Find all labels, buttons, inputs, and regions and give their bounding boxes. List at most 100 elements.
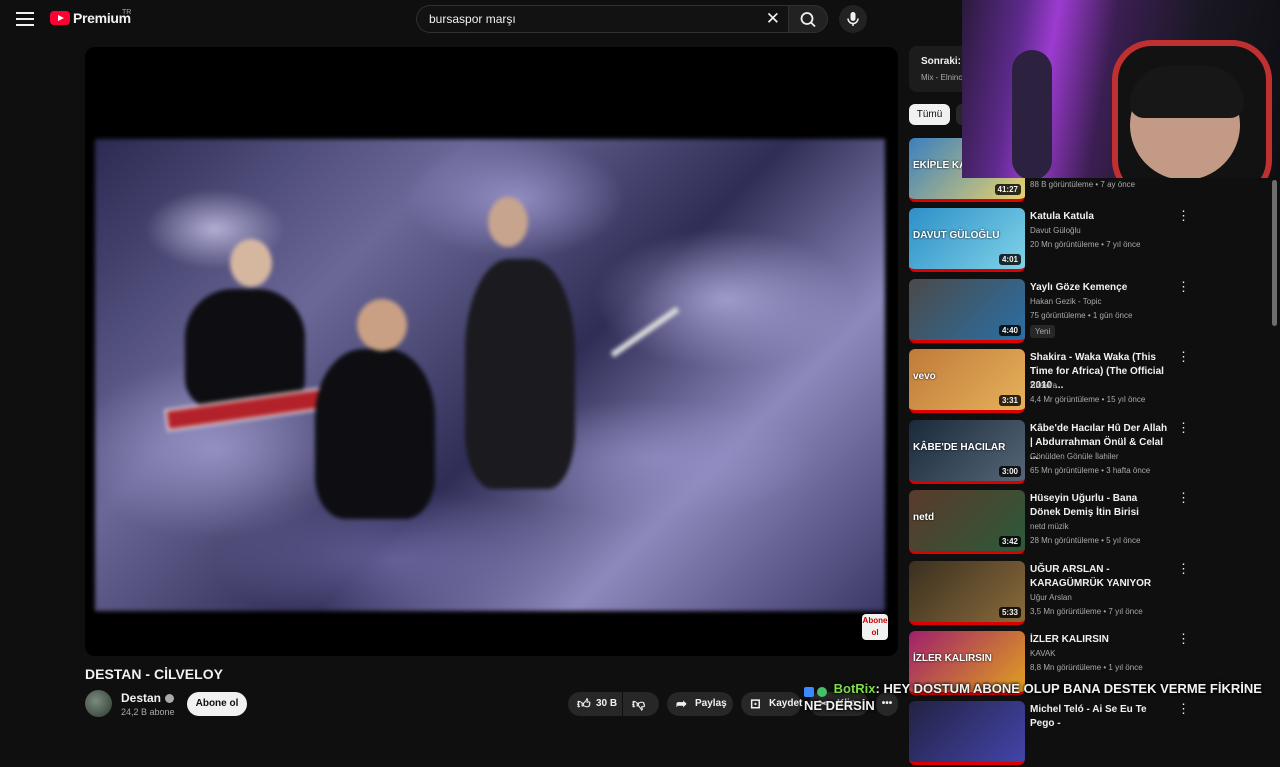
youtube-play-icon [50, 11, 70, 25]
recommendation-title[interactable]: UĞUR ARSLAN - KARAGÜMRÜK YANIYOR [1030, 563, 1170, 591]
microphone-icon [847, 12, 859, 26]
thumbs-up-icon: 👍︎ [577, 696, 591, 711]
band-member-2 [315, 349, 435, 519]
close-icon[interactable]: ✕ [766, 9, 780, 29]
duration-badge: 3:31 [998, 395, 1021, 406]
thumbs-down-icon: 👎︎ [632, 696, 646, 711]
bot-badge-icon [804, 687, 814, 698]
recommendation-channel[interactable]: Gönülden Gönüle İlahiler [1030, 452, 1119, 461]
dislike-button[interactable]: 👎︎ [623, 692, 659, 716]
scrollbar[interactable] [1272, 180, 1277, 326]
recommendation-item[interactable]: 5:33 UĞUR ARSLAN - KARAGÜMRÜK YANIYOR Uğur… [909, 561, 1269, 627]
video-player[interactable]: Abone ol [85, 47, 898, 656]
recommendation-title[interactable]: İZLER KALIRSIN [1030, 633, 1170, 647]
recommendation-meta: 88 B görüntüleme • 7 ay önce [1030, 180, 1136, 189]
thumbnail-caption: KÂBE'DE HACILAR [913, 442, 1006, 453]
recommendation-channel[interactable]: Uğur Arslan [1030, 593, 1072, 602]
bookmark-icon: ⊡ [750, 696, 761, 711]
save-button[interactable]: ⊡ Kaydet [741, 692, 803, 716]
recommendation-channel[interactable]: netd müzik [1030, 522, 1069, 531]
recommendation-meta: 28 Mn görüntüleme • 5 yıl önce [1030, 536, 1141, 545]
duration-badge: 4:40 [998, 325, 1021, 336]
recommendation-title[interactable]: Katula Katula [1030, 210, 1170, 224]
recommendation-item[interactable]: 4:40 Yaylı Göze Kemençe Hakan Gezik - Topi… [909, 279, 1269, 345]
recommendation-item[interactable]: vevo 3:31 Shakira - Waka Waka (This Time f… [909, 349, 1269, 415]
recommendation-channel[interactable]: KAVAK [1030, 649, 1056, 658]
duration-badge: 41:27 [994, 184, 1021, 195]
chat-badges [804, 684, 830, 698]
more-vertical-icon[interactable]: ⋮ [1177, 421, 1190, 434]
recommendation-meta: 4,4 Mr görüntüleme • 15 yıl önce [1030, 395, 1146, 404]
video-thumbnail[interactable]: KÂBE'DE HACILAR 3:00 [909, 420, 1025, 484]
band-member-1-head [230, 239, 272, 287]
more-vertical-icon[interactable]: ⋮ [1177, 562, 1190, 575]
band-member-2-head [357, 299, 407, 351]
menu-icon[interactable] [14, 8, 36, 30]
country-code: TR [122, 9, 132, 16]
video-thumbnail[interactable]: 4:40 [909, 279, 1025, 343]
guitar [610, 306, 680, 358]
chat-message: BotRix: HEY DOSTUM ABONE OLUP BANA DESTE… [804, 680, 1274, 714]
duration-badge: 5:33 [998, 607, 1021, 618]
recommendation-meta: 75 görüntüleme • 1 gün önce [1030, 311, 1133, 320]
duration-badge: 4:01 [998, 254, 1021, 265]
save-label: Kaydet [769, 698, 803, 709]
video-thumbnail[interactable]: DAVUT GÜLOĞLU 4:01 [909, 208, 1025, 272]
video-thumbnail[interactable]: 5:33 [909, 561, 1025, 625]
search-icon [800, 12, 816, 28]
thumbnail-caption: vevo [913, 371, 936, 382]
search-button[interactable] [788, 5, 828, 33]
more-vertical-icon[interactable]: ⋮ [1177, 632, 1190, 645]
like-button[interactable]: 👍︎ 30 B [568, 692, 622, 716]
subscribe-watermark[interactable]: Abone ol [862, 614, 888, 640]
next-up-subtitle: Mix - Elninc [921, 73, 963, 82]
recommendation-title[interactable]: Hüseyin Uğurlu - Bana Dönek Demiş İtin B… [1030, 492, 1170, 520]
recommendation-item[interactable]: netd 3:42 Hüseyin Uğurlu - Bana Dönek Demi… [909, 490, 1269, 556]
search-input[interactable]: bursaspor marşı ✕ [416, 5, 788, 33]
video-thumbnail[interactable]: vevo 3:31 [909, 349, 1025, 413]
youtube-logo[interactable]: Premium [50, 10, 131, 26]
duration-badge: 3:42 [998, 536, 1021, 547]
recommendation-meta: 65 Mn görüntüleme • 3 hafta önce [1030, 466, 1151, 475]
voice-search-button[interactable] [839, 5, 867, 33]
more-vertical-icon[interactable]: ⋮ [1177, 350, 1190, 363]
channel-name[interactable]: Destan [121, 691, 175, 705]
recommendation-meta: 8,8 Mn görüntüleme • 1 yıl önce [1030, 663, 1143, 672]
chip-all[interactable]: Tümü [909, 104, 950, 125]
recommendation-item[interactable]: KÂBE'DE HACILAR 3:00 Kâbe'de Hacılar Hû De… [909, 420, 1269, 486]
guitar [1012, 50, 1052, 178]
more-vertical-icon[interactable]: ⋮ [1177, 209, 1190, 222]
share-button[interactable]: ➦ Paylaş [667, 692, 733, 716]
verified-badge-icon [817, 687, 827, 698]
recommendation-item[interactable]: DAVUT GÜLOĞLU 4:01 Katula Katula Davut Gülo… [909, 208, 1269, 274]
thumbnail-caption: İZLER KALIRSIN [913, 653, 992, 664]
thumbnail-caption: DAVUT GÜLOĞLU [913, 230, 1000, 241]
new-badge: Yeni [1030, 325, 1056, 338]
search-query[interactable]: bursaspor marşı [429, 12, 516, 26]
recommendation-channel[interactable]: Davut Güloğlu [1030, 226, 1081, 235]
video-frame [95, 139, 885, 611]
share-label: Paylaş [695, 698, 727, 709]
chat-username: BotRix [833, 681, 876, 696]
avatar[interactable] [85, 690, 112, 717]
video-thumbnail[interactable]: netd 3:42 [909, 490, 1025, 554]
share-icon: ➦ [676, 696, 687, 711]
like-count: 30 B [596, 698, 618, 709]
band-member-1 [185, 289, 305, 409]
more-vertical-icon[interactable]: ⋮ [1177, 280, 1190, 293]
duration-badge: 3:00 [998, 466, 1021, 477]
band-member-3-head [488, 197, 528, 247]
video-title: DESTAN - CİLVELOY [85, 666, 223, 682]
subscribe-button[interactable]: Abone ol [187, 692, 247, 716]
band-member-3 [465, 259, 575, 489]
verified-icon [165, 694, 175, 704]
recommendation-meta: 3,5 Mn görüntüleme • 7 yıl önce [1030, 607, 1143, 616]
recommendation-channel[interactable]: Shakira [1030, 381, 1057, 390]
more-vertical-icon[interactable]: ⋮ [1177, 491, 1190, 504]
recommendation-title[interactable]: Yaylı Göze Kemençe [1030, 281, 1170, 295]
channel-name-text[interactable]: Destan [121, 691, 161, 705]
streamer-webcam [962, 0, 1280, 178]
recommendation-channel[interactable]: Hakan Gezik - Topic [1030, 297, 1101, 306]
subscriber-count: 24,2 B abone [121, 707, 175, 717]
streamer-hair [1130, 66, 1244, 118]
